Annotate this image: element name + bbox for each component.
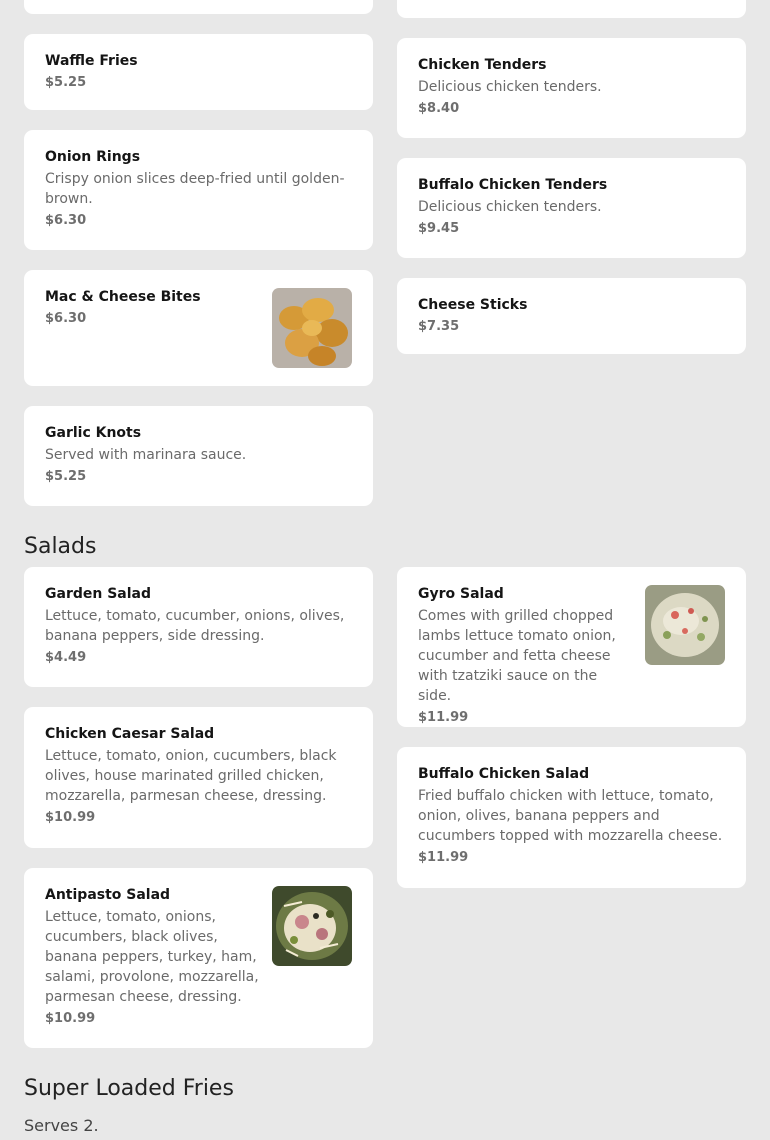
menu-item-description: Delicious chicken tenders. — [418, 79, 602, 95]
menu-item-card[interactable]: Antipasto Salad Lettuce, tomato, onions,… — [24, 868, 373, 1048]
menu-item-name: Garden Salad — [45, 586, 151, 602]
menu-item-name: Cheese Sticks — [418, 297, 528, 313]
menu-item-description: Lettuce, tomato, cucumber, onions, olive… — [45, 608, 345, 644]
menu-item-price: $9.45 — [418, 221, 460, 236]
menu-item-description: Lettuce, tomato, onions, cucumbers, blac… — [45, 909, 259, 1005]
menu-item-price: $7.35 — [418, 319, 460, 334]
menu-item-card[interactable]: Chicken Caesar Salad Lettuce, tomato, on… — [24, 707, 373, 848]
menu-item-price: $11.99 — [418, 710, 469, 725]
menu-item-description: Delicious chicken tenders. — [418, 199, 602, 215]
menu-item-card-partial[interactable] — [24, 0, 373, 14]
menu-item-name: Buffalo Chicken Salad — [418, 766, 590, 782]
menu-item-price: $6.30 — [45, 213, 87, 228]
gyro-salad-photo — [645, 585, 725, 665]
menu-item-card[interactable]: Cheese Sticks $7.35 — [397, 278, 746, 354]
menu-item-name: Gyro Salad — [418, 586, 504, 602]
section-title-super-loaded-fries: Super Loaded Fries — [24, 1076, 234, 1101]
menu-item-card[interactable]: Onion Rings Crispy onion slices deep-fri… — [24, 130, 373, 250]
menu-item-price: $10.99 — [45, 1011, 96, 1026]
menu-item-name: Buffalo Chicken Tenders — [418, 177, 608, 193]
menu-item-description: Fried buffalo chicken with lettuce, toma… — [418, 788, 723, 844]
menu-item-name: Chicken Tenders — [418, 57, 547, 73]
menu-item-name: Chicken Caesar Salad — [45, 726, 215, 742]
menu-item-card[interactable]: Mac & Cheese Bites $6.30 — [24, 270, 373, 386]
menu-item-price: $8.40 — [418, 101, 460, 116]
menu-item-card[interactable]: Garlic Knots Served with marinara sauce.… — [24, 406, 373, 506]
menu-item-price: $11.99 — [418, 850, 469, 865]
section-note: Serves 2. — [24, 1116, 99, 1135]
menu-item-name: Waffle Fries — [45, 53, 138, 69]
mac-and-cheese-bites-photo — [272, 288, 352, 368]
menu-item-name: Onion Rings — [45, 149, 141, 165]
menu-item-card[interactable]: Chicken Tenders Delicious chicken tender… — [397, 38, 746, 138]
menu-item-price: $5.25 — [45, 75, 87, 90]
menu-item-description: Lettuce, tomato, onion, cucumbers, black… — [45, 748, 337, 804]
menu-item-name: Mac & Cheese Bites — [45, 289, 201, 305]
menu-item-card[interactable]: Buffalo Chicken Tenders Delicious chicke… — [397, 158, 746, 258]
menu-item-card-partial[interactable] — [397, 0, 746, 18]
section-title-salads: Salads — [24, 534, 97, 559]
menu-item-name: Garlic Knots — [45, 425, 142, 441]
menu-item-description: Served with marinara sauce. — [45, 447, 247, 463]
menu-item-description: Comes with grilled chopped lambs lettuce… — [418, 608, 616, 704]
menu-item-name: Antipasto Salad — [45, 887, 171, 903]
menu-item-card[interactable]: Garden Salad Lettuce, tomato, cucumber, … — [24, 567, 373, 687]
menu-item-card[interactable]: Waffle Fries $5.25 — [24, 34, 373, 110]
menu-item-card[interactable]: Gyro Salad Comes with grilled chopped la… — [397, 567, 746, 727]
menu-item-card[interactable]: Buffalo Chicken Salad Fried buffalo chic… — [397, 747, 746, 888]
menu-item-price: $10.99 — [45, 810, 96, 825]
menu-item-description: Crispy onion slices deep-fried until gol… — [45, 171, 345, 207]
menu-item-price: $5.25 — [45, 469, 87, 484]
antipasto-salad-photo — [272, 886, 352, 966]
menu-item-price: $6.30 — [45, 311, 87, 326]
menu-item-price: $4.49 — [45, 650, 87, 665]
